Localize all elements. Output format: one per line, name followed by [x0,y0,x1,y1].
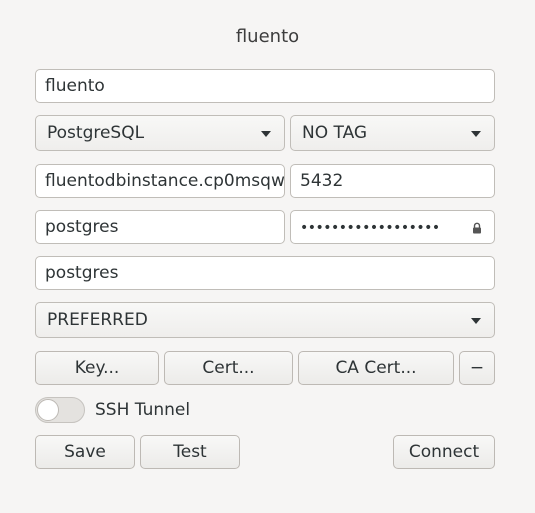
toggle-knob [37,399,59,421]
password-input[interactable]: •••••••••••••••••• [290,210,495,244]
chevron-down-icon [261,131,271,137]
ssh-tunnel-toggle[interactable] [35,397,85,423]
lock-icon [473,222,481,234]
save-button[interactable]: Save [35,435,135,469]
host-input[interactable]: fluentodbinstance.cp0msqw [35,164,285,198]
tag-select[interactable]: NO TAG [290,115,495,151]
driver-select-value: PostgreSQL [47,123,145,143]
ssl-mode-select[interactable]: PREFERRED [35,302,495,338]
chevron-down-icon [471,131,481,137]
connection-name-input[interactable]: fluento [35,69,495,103]
ssl-ca-cert-button[interactable]: CA Cert... [298,351,454,385]
driver-select[interactable]: PostgreSQL [35,115,285,151]
ssl-mode-select-value: PREFERRED [47,310,148,330]
chevron-down-icon [471,318,481,324]
ssl-key-button[interactable]: Key... [35,351,159,385]
port-input[interactable]: 5432 [290,164,495,198]
connect-button[interactable]: Connect [393,435,495,469]
window-title: fluento [235,26,300,47]
tag-select-value: NO TAG [302,123,368,143]
password-mask: •••••••••••••••••• [300,220,440,236]
database-input[interactable]: postgres [35,256,495,290]
test-button[interactable]: Test [140,435,240,469]
ssl-clear-button[interactable]: − [459,351,495,385]
username-input[interactable]: postgres [35,210,285,244]
ssh-tunnel-label: SSH Tunnel [95,400,191,420]
ssl-cert-button[interactable]: Cert... [164,351,293,385]
